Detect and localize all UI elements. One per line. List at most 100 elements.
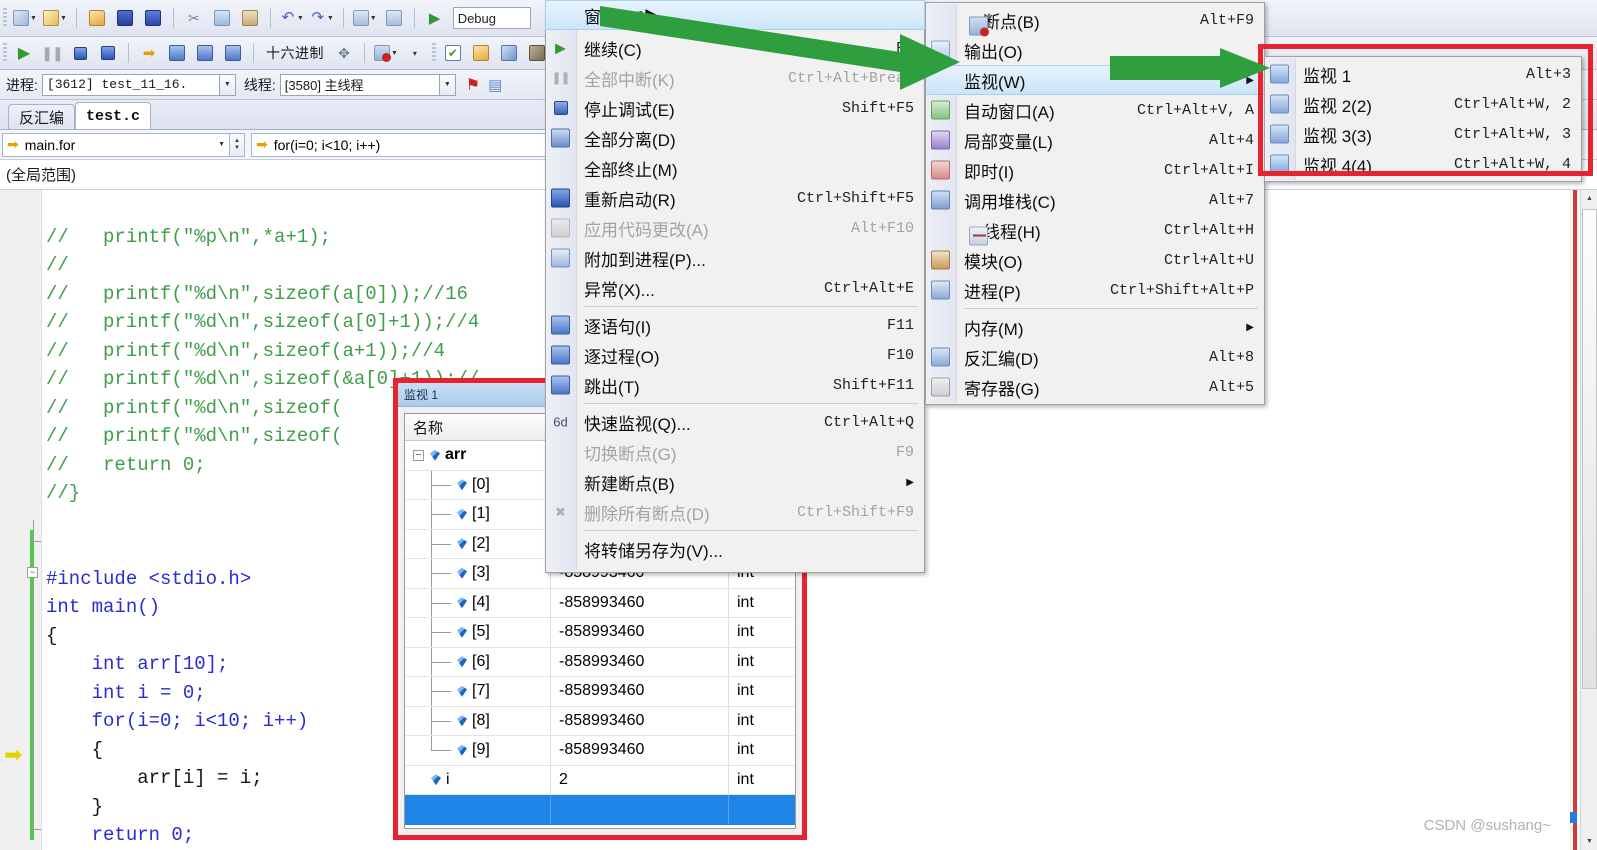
table-row[interactable]: [6] -858993460 int	[405, 647, 795, 677]
watch-row-value-cell[interactable]: -858993460	[551, 736, 729, 765]
menu-item-step-over[interactable]: 逐过程(O) F10	[546, 340, 924, 370]
menu-item-locals[interactable]: 局部变量(L) Alt+4	[926, 125, 1264, 155]
table-row[interactable]: [4] -858993460 int	[405, 588, 795, 618]
continue-button[interactable]: ▶	[11, 40, 37, 66]
menu-item-exceptions[interactable]: 异常(X)... Ctrl+Alt+E	[546, 273, 924, 303]
watch-row-name-cell[interactable]: [4]	[405, 588, 551, 617]
menu-item-quick-watch[interactable]: 6d 快速监视(Q)... Ctrl+Alt+Q	[546, 407, 924, 437]
undo-button[interactable]: ↶ ▼	[278, 5, 306, 31]
tab-disassembly[interactable]: 反汇编	[8, 104, 76, 129]
scroll-up-arrow-icon[interactable]: ▲	[1581, 190, 1597, 207]
toolbar-grip[interactable]	[3, 43, 7, 63]
scrollbar-thumb[interactable]	[1582, 209, 1597, 689]
watch-row-name-cell[interactable]: [0]	[405, 470, 551, 499]
watch-row-name-cell[interactable]: [8]	[405, 706, 551, 735]
toolbar-overflow-button[interactable]: ▾	[402, 40, 428, 66]
thread-combo[interactable]: [3580] 主线程	[279, 73, 440, 96]
menu-item-terminate-all[interactable]: 全部终止(M)	[546, 153, 924, 183]
properties-button[interactable]	[496, 40, 522, 66]
menu-item-watch-1[interactable]: 监视 1 Alt+3	[1265, 59, 1581, 89]
menu-item-detach-all[interactable]: 全部分离(D)	[546, 123, 924, 153]
table-row[interactable]: i 2 int	[405, 765, 795, 795]
watch-row-name-cell[interactable]: [6]	[405, 647, 551, 676]
new-item-button[interactable]: ▼	[11, 5, 39, 31]
add-item-button[interactable]: ▼	[41, 5, 69, 31]
save-all-button[interactable]	[140, 5, 166, 31]
start-debugging-button[interactable]: ▶	[422, 5, 448, 31]
debug-window-submenu[interactable]: 断点(B) Alt+F9 输出(O) 监视(W) ▶ 自动窗口(A) Ctrl+…	[925, 2, 1265, 405]
menu-item-output[interactable]: 输出(O)	[926, 35, 1264, 65]
debug-menu[interactable]: ▶ 继续(C) F5 ❚❚ 全部中断(K) Ctrl+Alt+Break 停止调…	[545, 0, 925, 573]
menu-item-immediate[interactable]: 即时(I) Ctrl+Alt+I	[926, 155, 1264, 185]
solution-configuration-combo[interactable]: Debug	[452, 7, 531, 29]
table-row[interactable]: [5] -858993460 int	[405, 618, 795, 648]
solution-explorer-button[interactable]: ✔	[440, 40, 466, 66]
toolbar-grip[interactable]	[431, 43, 436, 63]
scroll-down-arrow-icon[interactable]: ▼	[1581, 833, 1597, 850]
menu-item-stop-debugging[interactable]: 停止调试(E) Shift+F5	[546, 93, 924, 123]
table-row[interactable]: [7] -858993460 int	[405, 677, 795, 707]
statement-combo[interactable]: ➡ for(i=0; i<10; i++)	[251, 132, 591, 157]
menu-item-watch-4[interactable]: 监视 4(4) Ctrl+Alt+W, 4	[1265, 149, 1581, 179]
break-all-button[interactable]: ❚❚	[39, 40, 65, 66]
watch-row-name-cell[interactable]: [5]	[405, 618, 551, 647]
watch-row-value-cell[interactable]: -858993460	[551, 647, 729, 676]
paste-button[interactable]	[237, 5, 263, 31]
step-over-button[interactable]	[192, 40, 218, 66]
menu-item-step-into[interactable]: 逐语句(I) F11	[546, 310, 924, 340]
restart-button[interactable]	[95, 40, 121, 66]
menu-item-watch-2[interactable]: 监视 2(2) Ctrl+Alt+W, 2	[1265, 89, 1581, 119]
menu-item-save-dump-as[interactable]: 将转储另存为(V)...	[546, 534, 924, 564]
watch-submenu[interactable]: 监视 1 Alt+3 监视 2(2) Ctrl+Alt+W, 2 监视 3(3)…	[1264, 56, 1582, 182]
breakpoints-window-button[interactable]: ▼	[372, 40, 400, 66]
menu-item-watch-3[interactable]: 监视 3(3) Ctrl+Alt+W, 3	[1265, 119, 1581, 149]
save-button[interactable]	[112, 5, 138, 31]
hex-icon-button[interactable]: ✥	[331, 40, 357, 66]
column-header-name[interactable]: 名称	[405, 414, 551, 440]
menu-item-modules[interactable]: 模块(O) Ctrl+Alt+U	[926, 245, 1264, 275]
step-out-button[interactable]	[220, 40, 246, 66]
watch-row-value-cell[interactable]: -858993460	[551, 706, 729, 735]
watch-row-name-cell[interactable]: [7]	[405, 677, 551, 706]
watch-row-name-cell[interactable]	[405, 795, 551, 824]
watch-row-value-cell[interactable]: -858993460	[551, 677, 729, 706]
thread-combo-dropdown[interactable]: ▼	[439, 73, 456, 96]
menu-item-autos[interactable]: 自动窗口(A) Ctrl+Alt+V, A	[926, 95, 1264, 125]
tab-test-c[interactable]: test.c	[75, 102, 152, 129]
redo-button[interactable]: ↷ ▼	[308, 5, 336, 31]
menu-item-step-out[interactable]: 跳出(T) Shift+F11	[546, 370, 924, 400]
menu-item-window[interactable]: 窗口(W) ▶	[545, 0, 925, 30]
table-row-new-watch[interactable]	[405, 795, 795, 825]
watch-row-name-cell[interactable]: [1]	[405, 500, 551, 529]
copy-button[interactable]	[209, 5, 235, 31]
show-next-statement-button[interactable]: ➡	[136, 40, 162, 66]
editor-vertical-scrollbar[interactable]: ▲ ▼	[1580, 190, 1597, 850]
menu-item-restart[interactable]: 重新启动(R) Ctrl+Shift+F5	[546, 183, 924, 213]
menu-item-call-stack[interactable]: 调用堆栈(C) Alt+7	[926, 185, 1264, 215]
watch-row-name-cell[interactable]: [3]	[405, 559, 551, 588]
watch-row-value-cell[interactable]: 2	[551, 765, 729, 794]
fold-collapse-box[interactable]: −	[27, 567, 38, 578]
menu-item-new-breakpoint[interactable]: 新建断点(B) ▶	[546, 467, 924, 497]
navigate-forward-button[interactable]	[381, 5, 407, 31]
menu-item-processes[interactable]: 进程(P) Ctrl+Shift+Alt+P	[926, 275, 1264, 305]
menu-item-registers[interactable]: 寄存器(G) Alt+5	[926, 372, 1264, 402]
watch-row-name-cell[interactable]: − arr	[405, 441, 551, 470]
scope-spinner[interactable]: ▲ ▼	[230, 132, 245, 157]
menu-item-attach-to-process[interactable]: 附加到进程(P)...	[546, 243, 924, 273]
cut-button[interactable]: ✂	[181, 5, 207, 31]
menu-item-watch[interactable]: 监视(W) ▶	[926, 65, 1264, 95]
step-into-button[interactable]	[164, 40, 190, 66]
table-row[interactable]: [8] -858993460 int	[405, 706, 795, 736]
process-combo[interactable]: [3612] test_11_16.	[41, 73, 220, 96]
stop-debugging-button[interactable]	[67, 40, 93, 66]
red-flag-icon[interactable]: ⚑	[466, 75, 480, 95]
process-combo-dropdown[interactable]: ▼	[219, 73, 236, 96]
tree-collapse-icon[interactable]: −	[413, 449, 424, 461]
open-file-button[interactable]	[84, 5, 110, 31]
hex-display-button[interactable]: 十六进制	[261, 40, 329, 66]
open-folder-button[interactable]	[468, 40, 494, 66]
watch-row-value-cell[interactable]	[551, 795, 729, 824]
scope-combo[interactable]: ➡ main.for ▼	[2, 132, 230, 157]
menu-item-threads[interactable]: 线程(H) Ctrl+Alt+H	[926, 215, 1264, 245]
